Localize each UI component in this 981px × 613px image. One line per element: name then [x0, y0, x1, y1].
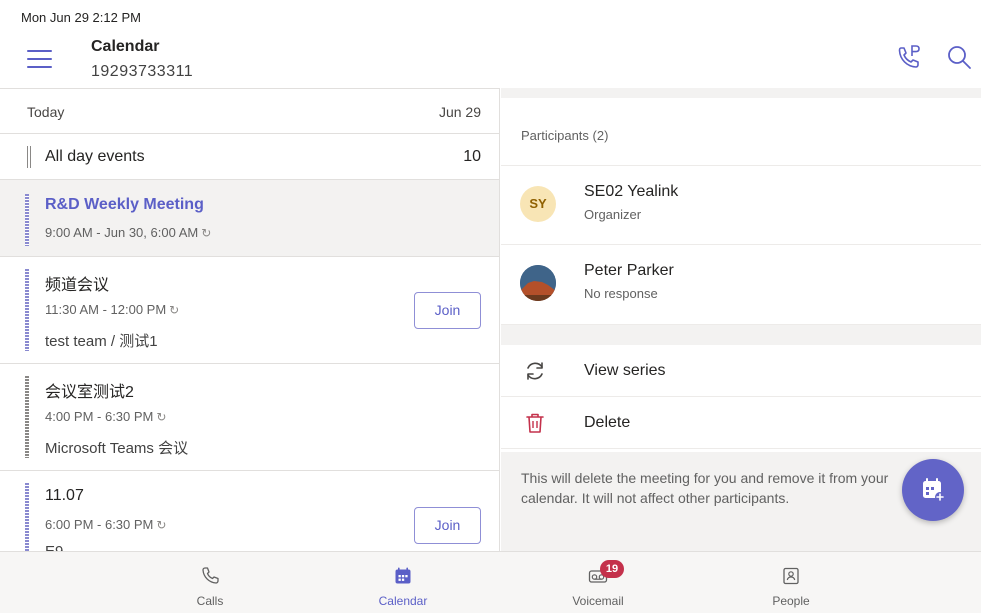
event-color-stripe: [25, 269, 29, 351]
all-day-label: All day events: [45, 148, 145, 165]
nav-voicemail-label: Voicemail: [572, 594, 624, 608]
participant-row[interactable]: Peter Parker No response: [501, 245, 981, 325]
event-item[interactable]: 11.07 6:00 PM - 6:30 PM↻ E9 Join: [0, 471, 499, 551]
call-park-icon[interactable]: [895, 43, 923, 71]
voicemail-badge: 19: [600, 560, 624, 578]
view-series-button[interactable]: View series: [501, 345, 981, 397]
page-subtitle: 19293733311: [91, 63, 194, 80]
today-label: Today: [27, 104, 65, 120]
nav-calls-label: Calls: [196, 594, 224, 608]
divider: [501, 88, 981, 98]
nav-people[interactable]: People: [731, 552, 851, 613]
join-button[interactable]: Join: [414, 507, 481, 544]
participant-name: Peter Parker: [584, 262, 674, 279]
divider: [501, 325, 981, 345]
participant-role: No response: [584, 286, 658, 301]
nav-calendar-label: Calendar: [378, 594, 428, 608]
menu-icon[interactable]: [27, 50, 52, 68]
event-color-stripe: [25, 483, 29, 551]
event-title: 11.07: [45, 487, 84, 504]
delete-button[interactable]: Delete: [501, 397, 981, 449]
recurring-icon: ↻: [156, 410, 167, 424]
recurring-icon: ↻: [169, 303, 180, 317]
avatar: [520, 265, 556, 301]
trash-icon: [526, 413, 544, 433]
new-meeting-icon: [923, 478, 945, 502]
agenda-list[interactable]: Today Jun 29 All day events 10 R&D Weekl…: [0, 88, 500, 551]
status-bar-datetime: Mon Jun 29 2:12 PM: [21, 10, 141, 25]
event-title: R&D Weekly Meeting: [45, 196, 204, 213]
calendar-icon: [395, 567, 411, 584]
event-time: 4:00 PM - 6:30 PM: [45, 409, 154, 424]
app-bar: Calendar 19293733311: [0, 30, 981, 86]
event-title: 频道会议: [45, 277, 110, 294]
event-color-stripe: [25, 376, 29, 458]
nav-people-label: People: [772, 594, 810, 608]
nav-calendar[interactable]: Calendar: [343, 552, 463, 613]
event-item[interactable]: R&D Weekly Meeting 9:00 AM - Jun 30, 6:0…: [0, 180, 499, 257]
event-item[interactable]: 会议室测试2 4:00 PM - 6:30 PM ↻ Microsoft Team…: [0, 364, 499, 471]
date-header: Today Jun 29: [0, 88, 499, 134]
event-time: 6:00 PM - 6:30 PM: [45, 517, 154, 532]
all-day-events-row[interactable]: All day events 10: [0, 134, 499, 180]
page-title: Calendar: [91, 38, 160, 55]
event-time: 9:00 AM - Jun 30, 6:00 AM: [45, 225, 199, 240]
participant-name: SE02 Yealink: [584, 183, 679, 200]
event-color-stripe: [25, 194, 29, 246]
nav-voicemail[interactable]: 19 Voicemail: [538, 552, 658, 613]
delete-note-text: This will delete the meeting for you and…: [521, 470, 889, 506]
delete-label: Delete: [584, 414, 631, 431]
avatar: SY: [520, 186, 556, 222]
participant-role: Organizer: [584, 207, 642, 222]
all-day-count: 10: [463, 148, 481, 165]
bottom-nav: Calls Calendar 19 Voicemail People: [0, 551, 981, 613]
repeat-icon: [527, 362, 543, 380]
event-title: 会议室测试2: [45, 384, 134, 401]
phone-icon: [202, 567, 219, 584]
today-date: Jun 29: [438, 104, 481, 120]
event-item[interactable]: 频道会议 11:30 AM - 12:00 PM ↻ test team / 测试…: [0, 257, 499, 364]
view-series-label: View series: [584, 362, 666, 379]
join-button[interactable]: Join: [414, 292, 481, 329]
recurring-icon: ↻: [156, 518, 167, 532]
contacts-icon: [783, 567, 799, 585]
new-meeting-button[interactable]: [902, 459, 964, 521]
event-location: Microsoft Teams 会议: [45, 440, 189, 457]
recurring-icon: ↻: [201, 226, 212, 240]
event-location: E9: [45, 543, 63, 551]
search-icon[interactable]: [945, 43, 973, 71]
all-day-bar-icon: [27, 146, 31, 168]
nav-calls[interactable]: Calls: [150, 552, 270, 613]
participant-row[interactable]: SY SE02 Yealink Organizer: [501, 165, 981, 245]
event-time: 11:30 AM - 12:00 PM: [45, 302, 167, 317]
participants-header: Participants (2): [521, 128, 609, 143]
event-location: test team / 测试1: [45, 333, 158, 350]
